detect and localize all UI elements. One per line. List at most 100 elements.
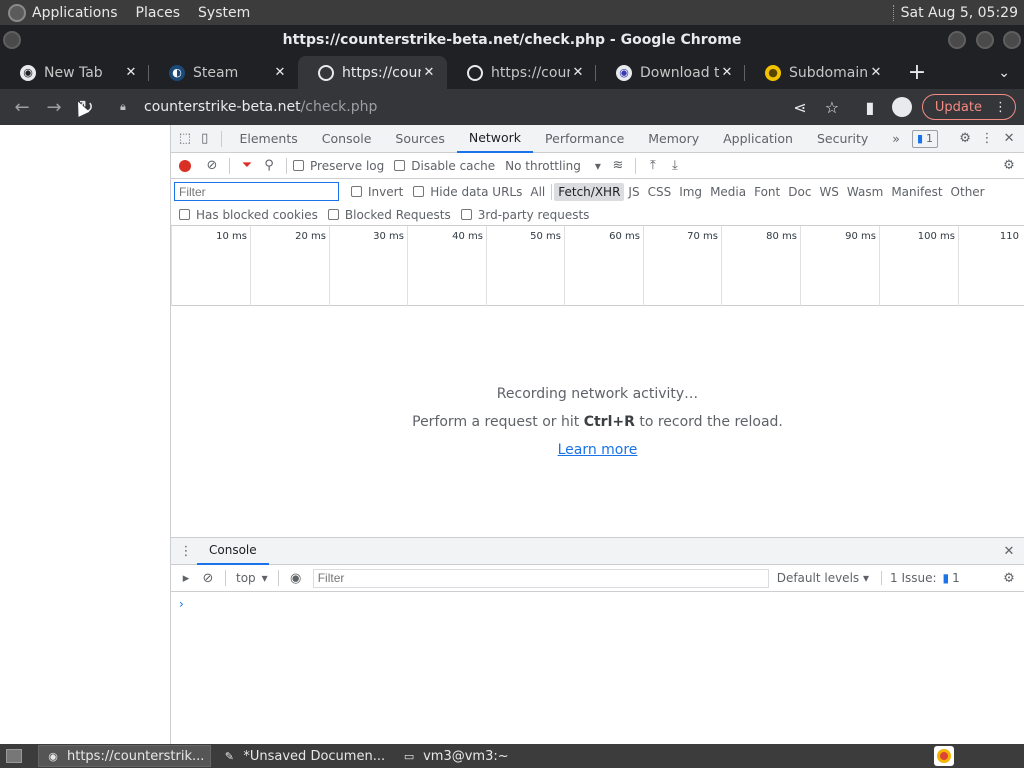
- close-icon[interactable]: ✕: [868, 65, 884, 80]
- console-issues-button[interactable]: 1 Issue: ▮ 1: [881, 571, 960, 585]
- more-tabs-chevron-icon[interactable]: »: [880, 125, 912, 153]
- clear-icon[interactable]: ⊘: [201, 155, 223, 177]
- type-filter-img[interactable]: Img: [675, 183, 706, 201]
- new-tab-plus-icon[interactable]: +: [902, 56, 932, 89]
- type-filter-fetch-xhr[interactable]: Fetch/XHR: [554, 182, 625, 201]
- network-conditions-icon[interactable]: ≋: [607, 155, 629, 177]
- device-toolbar-icon[interactable]: ▯: [195, 125, 215, 153]
- console-prompt[interactable]: ›: [171, 592, 1024, 616]
- taskbar-item-terminal[interactable]: ▭ vm3@vm3:~: [395, 745, 515, 767]
- lock-icon[interactable]: 🔒︎: [120, 100, 134, 114]
- page-viewport[interactable]: [0, 125, 171, 744]
- close-icon[interactable]: ✕: [421, 65, 437, 80]
- close-icon[interactable]: ✕: [570, 65, 586, 80]
- maximize-icon[interactable]: [976, 31, 994, 49]
- context-selector[interactable]: top ▾: [236, 571, 268, 585]
- has-blocked-cookies-checkbox[interactable]: Has blocked cookies: [179, 208, 318, 222]
- tab-search-chevron-icon[interactable]: ⌄: [998, 56, 1010, 89]
- tab-performance[interactable]: Performance: [533, 125, 636, 153]
- drawer-tab-console[interactable]: Console: [197, 538, 269, 565]
- update-button[interactable]: Update ⋮: [921, 94, 1016, 120]
- close-devtools-icon[interactable]: ✕: [998, 125, 1020, 153]
- learn-more-link[interactable]: Learn more: [558, 442, 638, 458]
- preserve-log-checkbox[interactable]: Preserve log: [293, 159, 384, 173]
- network-filter-input[interactable]: [174, 182, 339, 201]
- tab-memory[interactable]: Memory: [636, 125, 711, 153]
- import-har-icon[interactable]: ⤒: [642, 155, 664, 177]
- message-icon: ▮: [916, 132, 924, 145]
- show-desktop-icon[interactable]: [0, 745, 34, 767]
- type-filter-font[interactable]: Font: [750, 183, 784, 201]
- console-sidebar-icon[interactable]: ▸: [175, 567, 197, 589]
- menu-applications[interactable]: Applications: [32, 5, 118, 21]
- menu-system[interactable]: System: [198, 5, 250, 21]
- third-party-requests-checkbox[interactable]: 3rd-party requests: [460, 208, 589, 222]
- taskbar-item-editor[interactable]: ✎ *Unsaved Documen...: [215, 745, 391, 767]
- profile-avatar-icon[interactable]: [886, 91, 918, 123]
- console-filter-input[interactable]: [312, 568, 769, 588]
- bookmark-star-icon[interactable]: ☆: [816, 91, 848, 123]
- side-panel-icon[interactable]: ▮: [854, 91, 886, 123]
- log-levels-dropdown[interactable]: Default levels ▾: [777, 571, 869, 585]
- timeline-tick: 30 ms: [329, 226, 407, 306]
- type-filter-manifest[interactable]: Manifest: [887, 183, 946, 201]
- tab-counterstrike-2[interactable]: https://counter ✕: [447, 56, 596, 89]
- tray-chrome-icon[interactable]: [934, 746, 954, 766]
- taskbar-item-chrome[interactable]: ◉ https://counterstrik...: [38, 745, 212, 767]
- close-drawer-icon[interactable]: ✕: [998, 537, 1020, 565]
- issues-badge[interactable]: ▮ 1: [911, 129, 939, 148]
- type-filter-ws[interactable]: WS: [815, 183, 842, 201]
- kebab-menu-icon[interactable]: ⋮: [976, 125, 998, 153]
- tab-security[interactable]: Security: [805, 125, 880, 153]
- throttling-select[interactable]: No throttling ▾: [505, 159, 601, 173]
- network-settings-gear-icon[interactable]: ⚙: [998, 155, 1020, 177]
- back-arrow-icon[interactable]: ←: [6, 91, 38, 123]
- tab-counterstrike-active[interactable]: https://counter ✕: [298, 56, 447, 89]
- filter-funnel-icon[interactable]: ⏷: [236, 155, 258, 177]
- tab-console[interactable]: Console: [310, 125, 384, 153]
- drawer-menu-kebab-icon[interactable]: ⋮: [175, 537, 197, 565]
- type-filter-media[interactable]: Media: [706, 183, 750, 201]
- close-window-icon[interactable]: [1003, 31, 1021, 49]
- close-icon[interactable]: ✕: [123, 65, 139, 80]
- type-filter-wasm[interactable]: Wasm: [843, 183, 887, 201]
- type-filter-other[interactable]: Other: [947, 183, 989, 201]
- hide-data-urls-checkbox[interactable]: Hide data URLs: [413, 185, 522, 199]
- tick-label: 70 ms: [687, 231, 718, 242]
- blocked-requests-checkbox[interactable]: Blocked Requests: [327, 208, 451, 222]
- type-filter-css[interactable]: CSS: [644, 183, 676, 201]
- tab-steam[interactable]: ◐ Steam ✕: [149, 56, 298, 89]
- console-settings-gear-icon[interactable]: ⚙: [998, 567, 1020, 589]
- clock[interactable]: Sat Aug 5, 05:29: [901, 5, 1018, 21]
- tab-download[interactable]: ◉ Download the ✕: [596, 56, 745, 89]
- network-overview-timeline[interactable]: 10 ms 20 ms 30 ms 40 ms 50 ms 60 ms 70 m…: [171, 226, 1024, 306]
- share-icon[interactable]: ⋖: [784, 91, 816, 123]
- export-har-icon[interactable]: ⤓: [664, 155, 686, 177]
- tab-application[interactable]: Application: [711, 125, 805, 153]
- live-expression-eye-icon[interactable]: ◉: [285, 567, 307, 589]
- distro-logo-icon[interactable]: [8, 3, 26, 22]
- invert-checkbox[interactable]: Invert: [351, 185, 403, 199]
- window-menu-icon[interactable]: [3, 31, 21, 49]
- address-bar[interactable]: 🔒︎ counterstrike-beta.net/check.php: [108, 91, 858, 123]
- clear-console-icon[interactable]: ⊘: [197, 567, 219, 589]
- tab-network[interactable]: Network: [456, 125, 534, 153]
- disable-cache-checkbox[interactable]: Disable cache: [394, 159, 495, 173]
- record-icon[interactable]: [179, 159, 191, 172]
- tab-sources[interactable]: Sources: [383, 125, 456, 153]
- inspect-element-icon[interactable]: ⬚: [175, 125, 195, 153]
- menu-places[interactable]: Places: [136, 5, 181, 21]
- search-icon[interactable]: ⚲: [258, 155, 280, 177]
- close-icon[interactable]: ✕: [272, 65, 288, 80]
- tab-new-tab[interactable]: ◉ New Tab ✕: [0, 56, 149, 89]
- prompt-chevron-icon: ›: [179, 597, 184, 611]
- minimize-icon[interactable]: [948, 31, 966, 49]
- close-icon[interactable]: ✕: [719, 65, 735, 80]
- type-filter-doc[interactable]: Doc: [784, 183, 815, 201]
- settings-gear-icon[interactable]: ⚙: [954, 125, 976, 153]
- type-filter-all[interactable]: All: [526, 183, 549, 201]
- tab-elements[interactable]: Elements: [228, 125, 310, 153]
- tab-subdomain-finder[interactable]: ● Subdomain fin ✕: [745, 56, 894, 89]
- forward-arrow-icon[interactable]: →: [38, 91, 70, 123]
- type-filter-js[interactable]: JS: [624, 183, 643, 201]
